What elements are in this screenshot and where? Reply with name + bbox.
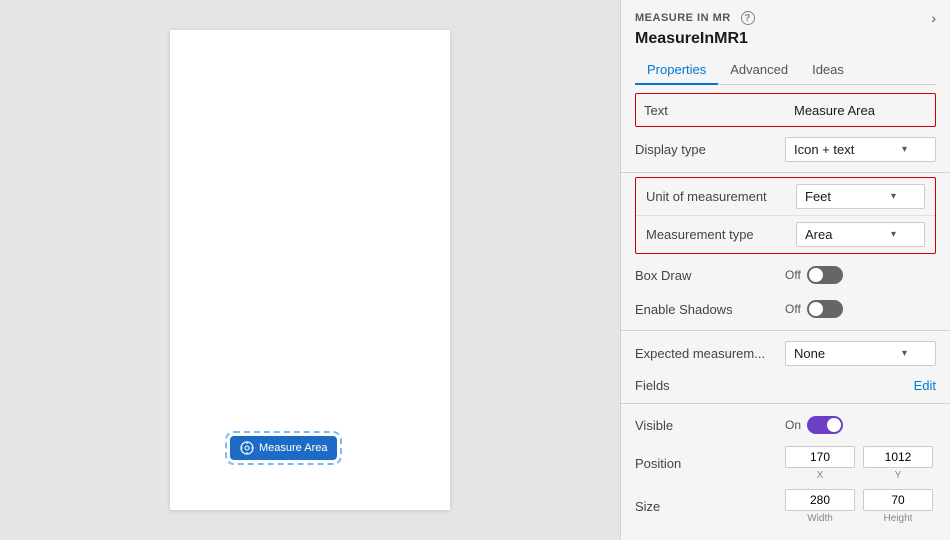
- display-type-row: Display type Icon + text ▾: [621, 131, 950, 168]
- panel-header: MEASURE IN MR ? › MeasureInMR1 Propertie…: [621, 0, 950, 85]
- mtype-chevron: ▾: [891, 229, 896, 240]
- visible-row: Visible On: [621, 408, 950, 442]
- size-height-input[interactable]: [863, 489, 933, 511]
- visible-label: Visible: [635, 418, 785, 433]
- measurement-group: Unit of measurement Feet ▾ Measurement t…: [635, 177, 936, 254]
- section-label: MEASURE IN MR: [635, 12, 731, 24]
- info-icon[interactable]: ?: [741, 11, 755, 25]
- expected-dropdown[interactable]: None ▾: [785, 341, 936, 366]
- position-inputs: X Y: [785, 446, 936, 481]
- box-draw-toggle-container: Off: [785, 266, 936, 284]
- expected-row: Expected measurem... None ▾: [621, 335, 950, 372]
- measure-area-button[interactable]: Measure Area: [230, 436, 337, 460]
- right-panel: MEASURE IN MR ? › MeasureInMR1 Propertie…: [620, 0, 950, 540]
- section-label-row: MEASURE IN MR ?: [635, 11, 755, 25]
- size-height-label: Height: [884, 513, 913, 524]
- canvas-area: Measure Area: [0, 0, 620, 540]
- size-label: Size: [635, 499, 785, 514]
- enable-shadows-toggle-container: Off: [785, 300, 936, 318]
- box-draw-label: Box Draw: [635, 268, 785, 283]
- unit-row: Unit of measurement Feet ▾: [636, 178, 935, 216]
- canvas-page: Measure Area: [170, 30, 450, 510]
- position-y-input[interactable]: [863, 446, 933, 468]
- enable-shadows-label: Enable Shadows: [635, 302, 785, 317]
- divider-3: [621, 403, 950, 404]
- unit-label: Unit of measurement: [646, 189, 796, 204]
- display-type-dropdown[interactable]: Icon + text ▾: [785, 137, 936, 162]
- tab-ideas[interactable]: Ideas: [800, 56, 856, 85]
- fields-label: Fields: [635, 378, 914, 393]
- measurement-type-label: Measurement type: [646, 227, 796, 242]
- position-y-field: Y: [863, 446, 933, 481]
- component-name: MeasureInMR1: [635, 30, 936, 48]
- position-x-label: X: [817, 470, 824, 481]
- size-height-field: Height: [863, 489, 933, 524]
- panel-content: Text Measure Area Display type Icon + te…: [621, 85, 950, 540]
- measure-button-label: Measure Area: [259, 442, 327, 454]
- position-x-field: X: [785, 446, 855, 481]
- visible-state: On: [785, 418, 801, 432]
- text-value: Measure Area: [794, 103, 927, 118]
- unit-chevron: ▾: [891, 191, 896, 202]
- dropdown-chevron: ▾: [902, 144, 907, 155]
- tabs-row: Properties Advanced Ideas: [635, 56, 936, 85]
- text-label: Text: [644, 103, 794, 118]
- enable-shadows-row: Enable Shadows Off: [621, 292, 950, 326]
- box-draw-state: Off: [785, 268, 801, 282]
- position-y-label: Y: [895, 470, 902, 481]
- unit-dropdown[interactable]: Feet ▾: [796, 184, 925, 209]
- position-x-input[interactable]: [785, 446, 855, 468]
- expand-chevron[interactable]: ›: [931, 10, 936, 26]
- measure-icon: [240, 441, 254, 455]
- visible-toggle[interactable]: [807, 416, 843, 434]
- enable-shadows-state: Off: [785, 302, 801, 316]
- tab-properties[interactable]: Properties: [635, 56, 718, 85]
- fields-edit-link[interactable]: Edit: [914, 378, 936, 393]
- position-label: Position: [635, 456, 785, 471]
- position-row: Position X Y: [621, 442, 950, 485]
- divider-1: [621, 172, 950, 173]
- box-draw-toggle[interactable]: [807, 266, 843, 284]
- fields-row: Fields Edit: [621, 372, 950, 399]
- display-type-label: Display type: [635, 142, 785, 157]
- size-width-input[interactable]: [785, 489, 855, 511]
- size-row: Size Width Height: [621, 485, 950, 528]
- text-property-row: Text Measure Area: [635, 93, 936, 127]
- expected-chevron: ▾: [902, 348, 907, 359]
- box-draw-row: Box Draw Off: [621, 258, 950, 292]
- expected-label: Expected measurem...: [635, 346, 785, 361]
- visible-toggle-container: On: [785, 416, 936, 434]
- size-inputs: Width Height: [785, 489, 936, 524]
- enable-shadows-toggle[interactable]: [807, 300, 843, 318]
- divider-2: [621, 330, 950, 331]
- tab-advanced[interactable]: Advanced: [718, 56, 800, 85]
- size-width-label: Width: [807, 513, 833, 524]
- size-width-field: Width: [785, 489, 855, 524]
- measurement-type-dropdown[interactable]: Area ▾: [796, 222, 925, 247]
- measurement-type-row: Measurement type Area ▾: [636, 216, 935, 253]
